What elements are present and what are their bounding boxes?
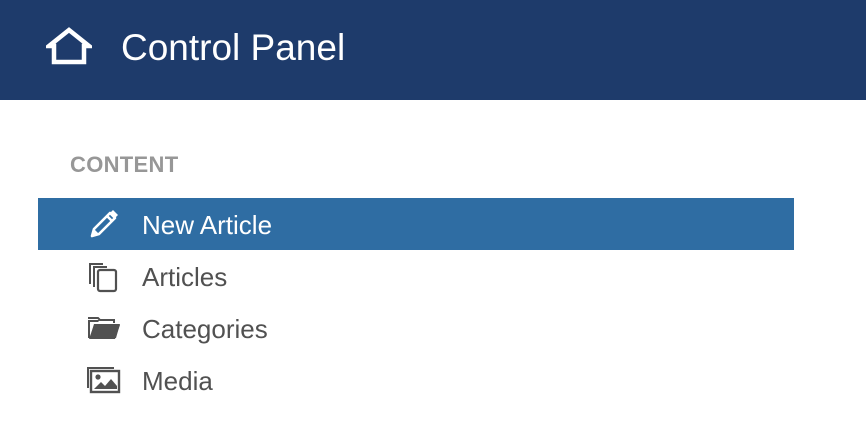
copy-icon <box>86 258 122 294</box>
menu-item-articles[interactable]: Articles <box>38 250 794 302</box>
images-icon <box>86 362 122 398</box>
home-icon[interactable] <box>42 26 96 66</box>
menu-item-categories[interactable]: Categories <box>38 302 794 354</box>
menu-item-label: New Article <box>142 210 273 240</box>
section-heading-content: CONTENT <box>70 152 179 177</box>
header-bar: Control Panel <box>0 0 866 100</box>
folder-open-icon <box>86 310 122 346</box>
menu-item-label: Categories <box>142 314 268 344</box>
page-title: Control Panel <box>121 27 346 68</box>
menu-item-label: Media <box>142 366 213 396</box>
menu-item-label: Articles <box>142 262 228 292</box>
menu-item-new-article[interactable]: New Article <box>38 198 794 250</box>
pencil-icon <box>86 206 122 242</box>
menu-item-media[interactable]: Media <box>38 354 794 406</box>
content-menu: New Article Articles Categories Media <box>38 198 794 406</box>
